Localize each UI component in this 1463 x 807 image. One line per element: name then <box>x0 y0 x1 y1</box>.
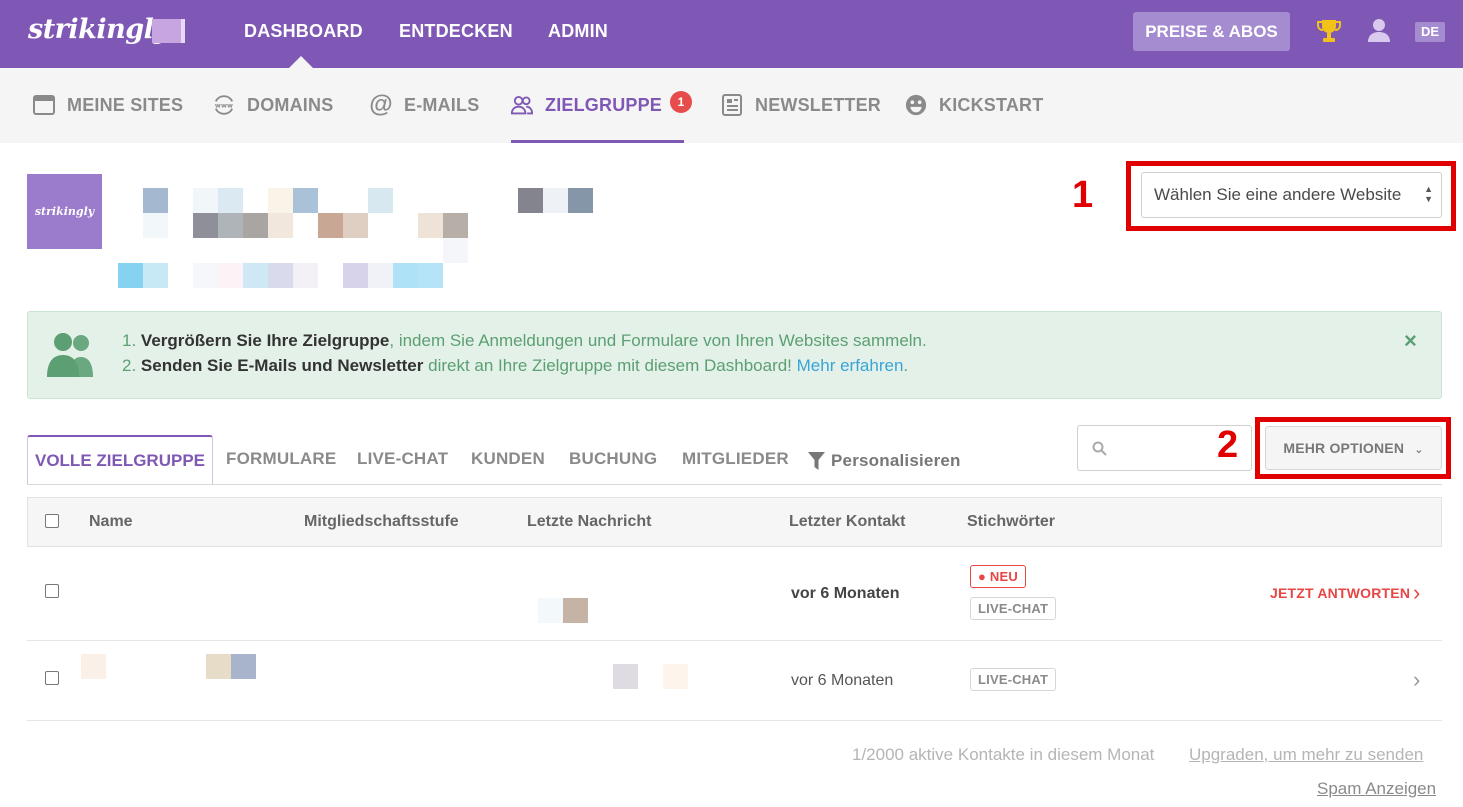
active-nav-caret <box>289 56 313 68</box>
contact-quota-text: 1/2000 aktive Kontakte in diesem Monat <box>852 745 1155 764</box>
newsletter-icon <box>721 94 743 116</box>
nav-admin[interactable]: ADMIN <box>548 21 608 42</box>
table-header <box>27 497 1442 547</box>
table-row[interactable] <box>27 641 1442 720</box>
row-divider <box>27 720 1442 721</box>
notification-badge: 1 <box>670 91 693 113</box>
www-globe-icon: www <box>213 94 235 116</box>
pixelated-message <box>613 664 638 689</box>
tab-label: E-MAILS <box>404 94 480 115</box>
pixelated-site-info <box>118 188 618 288</box>
banner-line-1: 1. Vergrößern Sie Ihre Zielgruppe, indem… <box>122 331 927 350</box>
personalize-label: Personalisieren <box>831 451 961 470</box>
site-select-dropdown[interactable]: Wählen Sie eine andere Website ▲ ▼ <box>1141 172 1442 218</box>
column-name[interactable]: Name <box>89 513 133 531</box>
column-tags[interactable]: Stichwörter <box>967 513 1055 531</box>
report-spam-link[interactable]: Spam Anzeigen <box>1317 779 1436 799</box>
more-options-button[interactable]: MEHR OPTIONEN ⌄ <box>1265 426 1442 470</box>
audience-users-icon <box>45 331 99 382</box>
active-tab-underline <box>511 140 684 143</box>
last-contact-value: vor 6 Monaten <box>791 672 894 689</box>
tab-formulare[interactable]: FORMULARE <box>226 449 336 469</box>
users-icon <box>511 94 533 116</box>
info-banner <box>27 311 1442 399</box>
svg-text:www: www <box>215 102 233 110</box>
tag-new-badge: ● NEU <box>970 565 1026 588</box>
row-checkbox[interactable] <box>45 584 59 598</box>
strikingly-logo[interactable]: strikingly <box>28 14 169 45</box>
pixelated-message <box>663 664 688 689</box>
tab-label: DOMAINS <box>247 94 334 115</box>
pixelated-name <box>231 654 256 679</box>
at-sign-icon: @ <box>369 91 393 118</box>
tab-label: MEINE SITES <box>67 94 184 115</box>
close-icon[interactable]: × <box>1404 328 1417 354</box>
column-last-message[interactable]: Letzte Nachricht <box>527 513 651 531</box>
site-thumbnail[interactable]: strikingly <box>27 174 102 249</box>
pixelated-name <box>206 654 231 679</box>
tab-label: ZIELGRUPPE <box>545 94 663 115</box>
tag-live-chat: LIVE-CHAT <box>970 597 1057 620</box>
tab-newsletter[interactable]: NEWSLETTER <box>721 94 881 116</box>
tab-mitglieder[interactable]: MITGLIEDER <box>682 449 789 469</box>
smiley-icon <box>905 94 927 116</box>
last-contact-value: vor 6 Monaten <box>791 585 900 602</box>
annotation-number-1: 1 <box>1072 174 1094 216</box>
chevron-right-icon[interactable]: › <box>1413 580 1420 606</box>
tab-emails[interactable]: @ E-MAILS <box>369 91 480 118</box>
column-membership[interactable]: Mitgliedschaftsstufe <box>304 513 459 531</box>
row-checkbox[interactable] <box>45 671 59 685</box>
chevron-down-icon: ⌄ <box>1414 444 1424 456</box>
upgrade-link[interactable]: Upgraden, um mehr zu senden <box>1189 745 1423 765</box>
filter-icon <box>808 452 825 470</box>
tab-volle-zielgruppe[interactable]: VOLLE ZIELGRUPPE <box>27 435 213 484</box>
logo-mark <box>152 19 185 43</box>
nav-entdecken[interactable]: ENTDECKEN <box>399 21 513 42</box>
reply-now-link[interactable]: JETZT ANTWORTEN <box>1270 585 1410 601</box>
search-icon <box>1092 441 1107 456</box>
site-select-label: Wählen Sie eine andere Website <box>1154 185 1402 204</box>
tab-label: NEWSLETTER <box>755 94 881 115</box>
sub-navigation-bar: MEINE SITES www DOMAINS @ E-MAILS ZIELGR… <box>0 68 1463 143</box>
tabs-divider <box>27 484 1442 485</box>
pricing-button[interactable]: PREISE & ABOS <box>1133 12 1290 51</box>
pixelated-message <box>563 598 588 623</box>
column-last-contact[interactable]: Letzter Kontakt <box>789 513 905 531</box>
nav-dashboard[interactable]: DASHBOARD <box>244 21 363 42</box>
tab-label: KICKSTART <box>939 94 1044 115</box>
pixelated-name <box>81 654 106 679</box>
browser-window-icon <box>33 94 55 116</box>
tab-domains[interactable]: www DOMAINS <box>213 94 333 116</box>
select-arrows-icon: ▲ ▼ <box>1424 184 1433 204</box>
user-icon[interactable] <box>1367 18 1391 47</box>
learn-more-link[interactable]: Mehr erfahren <box>797 356 904 375</box>
annotation-number-2: 2 <box>1217 424 1239 466</box>
tab-buchung[interactable]: BUCHUNG <box>569 449 657 469</box>
tab-live-chat[interactable]: LIVE-CHAT <box>357 449 448 469</box>
tab-kunden[interactable]: KUNDEN <box>471 449 545 469</box>
chevron-right-icon[interactable]: › <box>1413 667 1420 693</box>
language-selector[interactable]: DE <box>1415 22 1445 42</box>
tag-live-chat: LIVE-CHAT <box>970 668 1057 691</box>
trophy-icon[interactable] <box>1317 18 1341 49</box>
pixelated-message <box>538 598 563 623</box>
banner-line-2: 2. Senden Sie E-Mails und Newsletter dir… <box>122 356 909 375</box>
select-all-checkbox[interactable] <box>45 514 59 528</box>
personalize-filter[interactable]: Personalisieren <box>808 451 961 471</box>
table-row[interactable] <box>27 547 1442 640</box>
more-options-label: MEHR OPTIONEN <box>1283 440 1405 456</box>
tab-zielgruppe[interactable]: ZIELGRUPPE 1 <box>511 91 693 116</box>
tab-meine-sites[interactable]: MEINE SITES <box>33 94 183 116</box>
tab-kickstart[interactable]: KICKSTART <box>905 94 1043 116</box>
